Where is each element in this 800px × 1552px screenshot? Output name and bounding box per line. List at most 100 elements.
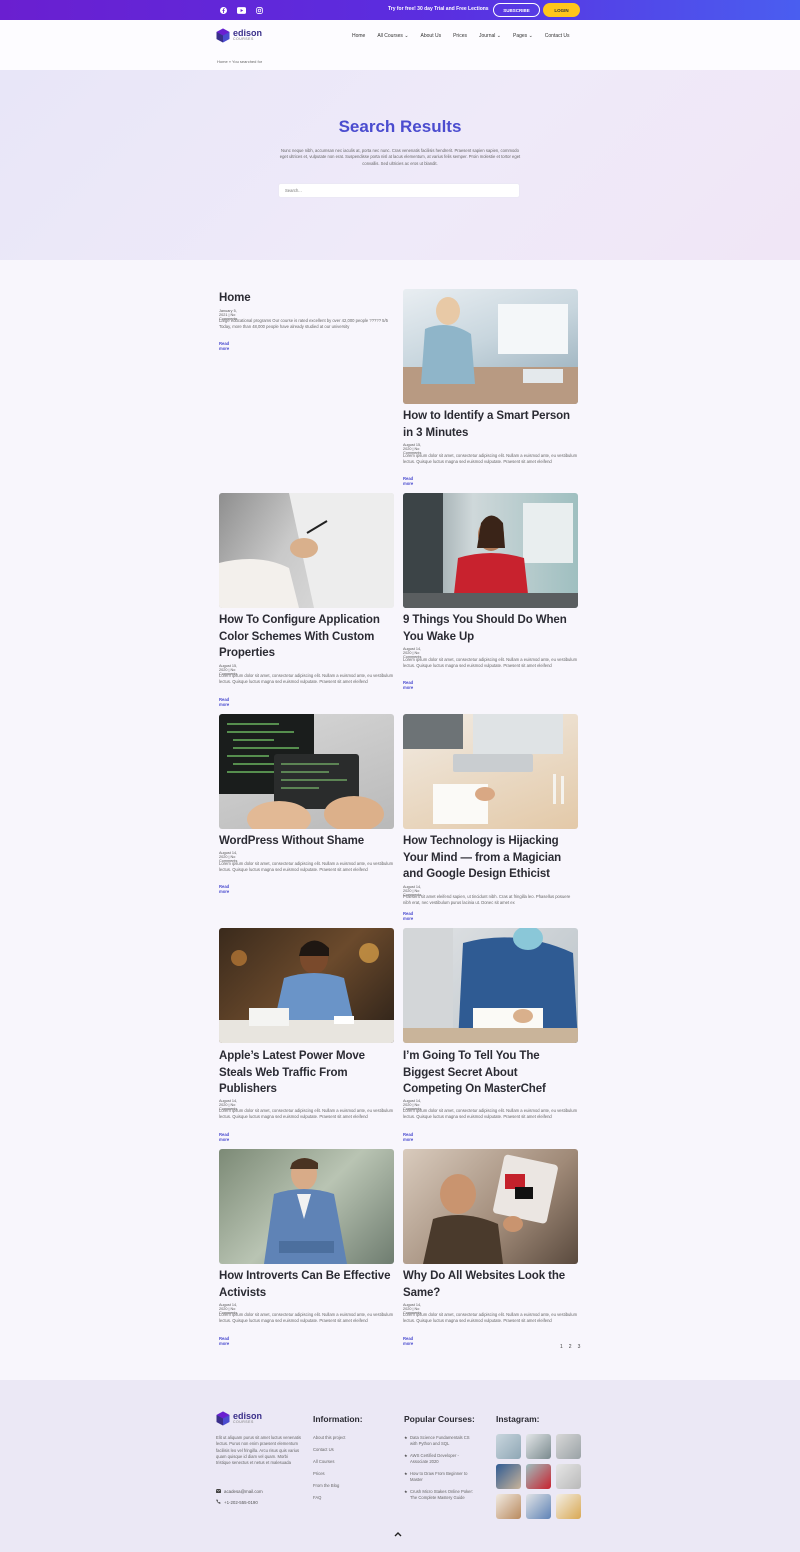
post-thumbnail[interactable] xyxy=(219,1149,394,1264)
search-input[interactable] xyxy=(278,183,520,198)
top-bar: Try for free! 30 day Trial and Free Lect… xyxy=(0,0,800,20)
post-thumbnail[interactable] xyxy=(219,928,394,1043)
post-excerpt: Lorem ipsum dolor sit amet, consectetur … xyxy=(219,673,394,685)
breadcrumb: Home » You searched for xyxy=(217,59,263,64)
post-title[interactable]: How To Configure Application Color Schem… xyxy=(219,612,395,662)
instagram-photo[interactable] xyxy=(496,1494,521,1519)
chevron-down-icon: ⌄ xyxy=(496,33,501,39)
main-nav: Home All Courses ⌄ About Us Prices Journ… xyxy=(352,33,570,39)
footer-link[interactable]: From the Blog xyxy=(313,1483,339,1488)
hero-description: Nunc neque nibh, accumsan nec iaculis at… xyxy=(279,148,521,166)
page-link-1[interactable]: 1 xyxy=(560,1344,563,1350)
read-more-link[interactable]: Read more xyxy=(403,1132,413,1142)
page-link-2[interactable]: 2 xyxy=(569,1344,572,1350)
instagram-photo[interactable] xyxy=(496,1434,521,1459)
scroll-to-top-button[interactable] xyxy=(392,1529,404,1539)
logo-hexagon-icon xyxy=(216,28,230,43)
post-title[interactable]: How to Identify a Smart Person in 3 Minu… xyxy=(403,408,579,441)
footer-instagram-heading: Instagram: xyxy=(496,1414,540,1424)
instagram-photo[interactable] xyxy=(526,1464,551,1489)
post-excerpt: Large educational programs Our course is… xyxy=(219,318,389,330)
nav-label: Pages xyxy=(513,33,528,39)
subscribe-button[interactable]: SUBSCRIBE xyxy=(493,3,540,17)
post-thumbnail[interactable] xyxy=(403,1149,578,1264)
instagram-gallery xyxy=(496,1434,581,1519)
read-more-link[interactable]: Read more xyxy=(219,697,229,707)
phone-icon xyxy=(216,1499,221,1505)
footer-link[interactable]: FAQ xyxy=(313,1495,321,1500)
footer-logo[interactable]: edison COURSES xyxy=(216,1411,262,1426)
post-thumbnail[interactable] xyxy=(403,289,578,404)
footer-link[interactable]: All Courses xyxy=(313,1459,334,1464)
footer-link[interactable]: Prices xyxy=(313,1471,325,1476)
instagram-photo[interactable] xyxy=(526,1434,551,1459)
logo-subtitle: COURSES xyxy=(233,1420,254,1425)
post-title[interactable]: I’m Going To Tell You The Biggest Secret… xyxy=(403,1048,579,1098)
instagram-photo[interactable] xyxy=(526,1494,551,1519)
footer-info-heading: Information: xyxy=(313,1414,363,1424)
read-more-link[interactable]: Read more xyxy=(219,341,229,351)
chevron-down-icon: ⌄ xyxy=(528,33,533,39)
post-thumbnail[interactable] xyxy=(403,493,578,608)
instagram-photo[interactable] xyxy=(556,1464,581,1489)
footer-course-link[interactable]: Data Science Fundamentals CS with Python… xyxy=(404,1435,478,1448)
logo-hexagon-icon xyxy=(216,1411,230,1426)
read-more-link[interactable]: Read more xyxy=(219,1132,229,1142)
read-more-link[interactable]: Read more xyxy=(219,884,229,894)
post-thumbnail[interactable] xyxy=(403,714,578,829)
nav-all-courses[interactable]: All Courses ⌄ xyxy=(377,33,408,39)
nav-contact-us[interactable]: Contact Us xyxy=(545,33,570,39)
social-links xyxy=(218,5,264,15)
post-thumbnail[interactable] xyxy=(219,493,394,608)
post-thumbnail[interactable] xyxy=(219,714,394,829)
post-title[interactable]: Apple’s Latest Power Move Steals Web Tra… xyxy=(219,1048,395,1098)
instagram-icon[interactable] xyxy=(254,5,264,15)
footer-course-link[interactable]: How to Draw From Beginner to Master xyxy=(404,1471,478,1484)
login-button[interactable]: LOGIN xyxy=(543,3,580,17)
promo-text: Try for free! 30 day Trial and Free Lect… xyxy=(388,6,489,12)
post-thumbnail[interactable] xyxy=(403,928,578,1043)
post-title[interactable]: Home xyxy=(219,290,395,307)
site-logo[interactable]: edison COURSES xyxy=(216,28,262,43)
nav-home[interactable]: Home xyxy=(352,33,365,39)
post-excerpt: Lorem ipsum dolor sit amet, consectetur … xyxy=(219,1312,394,1324)
chevron-up-icon xyxy=(394,1531,402,1536)
post-title[interactable]: 9 Things You Should Do When You Wake Up xyxy=(403,612,579,645)
post-title[interactable]: How Technology is Hijacking Your Mind — … xyxy=(403,833,579,883)
envelope-icon xyxy=(216,1489,221,1494)
post-excerpt: Lorem ipsum dolor sit amet, consectetur … xyxy=(219,1108,394,1120)
nav-label: All Courses xyxy=(377,33,403,39)
post-title[interactable]: WordPress Without Shame xyxy=(219,833,395,850)
footer-course-link[interactable]: Crush Micro Stakes Online Poker: The Com… xyxy=(404,1489,478,1502)
phone-text: +1-202-555-0190 xyxy=(224,1499,258,1505)
read-more-link[interactable]: Read more xyxy=(219,1336,229,1346)
instagram-photo[interactable] xyxy=(496,1464,521,1489)
footer-link[interactable]: Contact Us xyxy=(313,1447,334,1452)
footer-link[interactable]: About this project xyxy=(313,1435,345,1440)
footer-course-link[interactable]: AWS Certified Developer - Associate 2020 xyxy=(404,1453,478,1466)
instagram-photo[interactable] xyxy=(556,1494,581,1519)
nav-prices[interactable]: Prices xyxy=(453,33,467,39)
read-more-link[interactable]: Read more xyxy=(403,476,413,486)
page-link-3[interactable]: 3 xyxy=(578,1344,581,1350)
footer-phone[interactable]: +1-202-555-0190 xyxy=(216,1499,258,1505)
post-title[interactable]: Why Do All Websites Look the Same? xyxy=(403,1268,579,1301)
post-excerpt: Lorem ipsum dolor sit amet, consectetur … xyxy=(403,657,578,669)
nav-about-us[interactable]: About Us xyxy=(421,33,442,39)
site-header xyxy=(0,20,800,70)
logo-subtitle: COURSES xyxy=(233,37,254,42)
read-more-link[interactable]: Read more xyxy=(403,1336,413,1346)
post-title[interactable]: How Introverts Can Be Effective Activist… xyxy=(219,1268,395,1301)
facebook-icon[interactable] xyxy=(218,5,228,15)
pagination: 1 2 3 xyxy=(560,1344,580,1350)
instagram-photo[interactable] xyxy=(556,1434,581,1459)
footer-email[interactable]: acadesa@mail.com xyxy=(216,1489,263,1494)
nav-pages[interactable]: Pages ⌄ xyxy=(513,33,533,39)
nav-label: Journal xyxy=(479,33,496,39)
read-more-link[interactable]: Read more xyxy=(403,911,413,921)
post-excerpt: Lorem ipsum dolor sit amet, consectetur … xyxy=(219,861,394,873)
nav-journal[interactable]: Journal ⌄ xyxy=(479,33,501,39)
youtube-icon[interactable] xyxy=(236,5,246,15)
post-excerpt: Lorem ipsum dolor sit amet, consectetur … xyxy=(403,1108,578,1120)
read-more-link[interactable]: Read more xyxy=(403,680,413,690)
